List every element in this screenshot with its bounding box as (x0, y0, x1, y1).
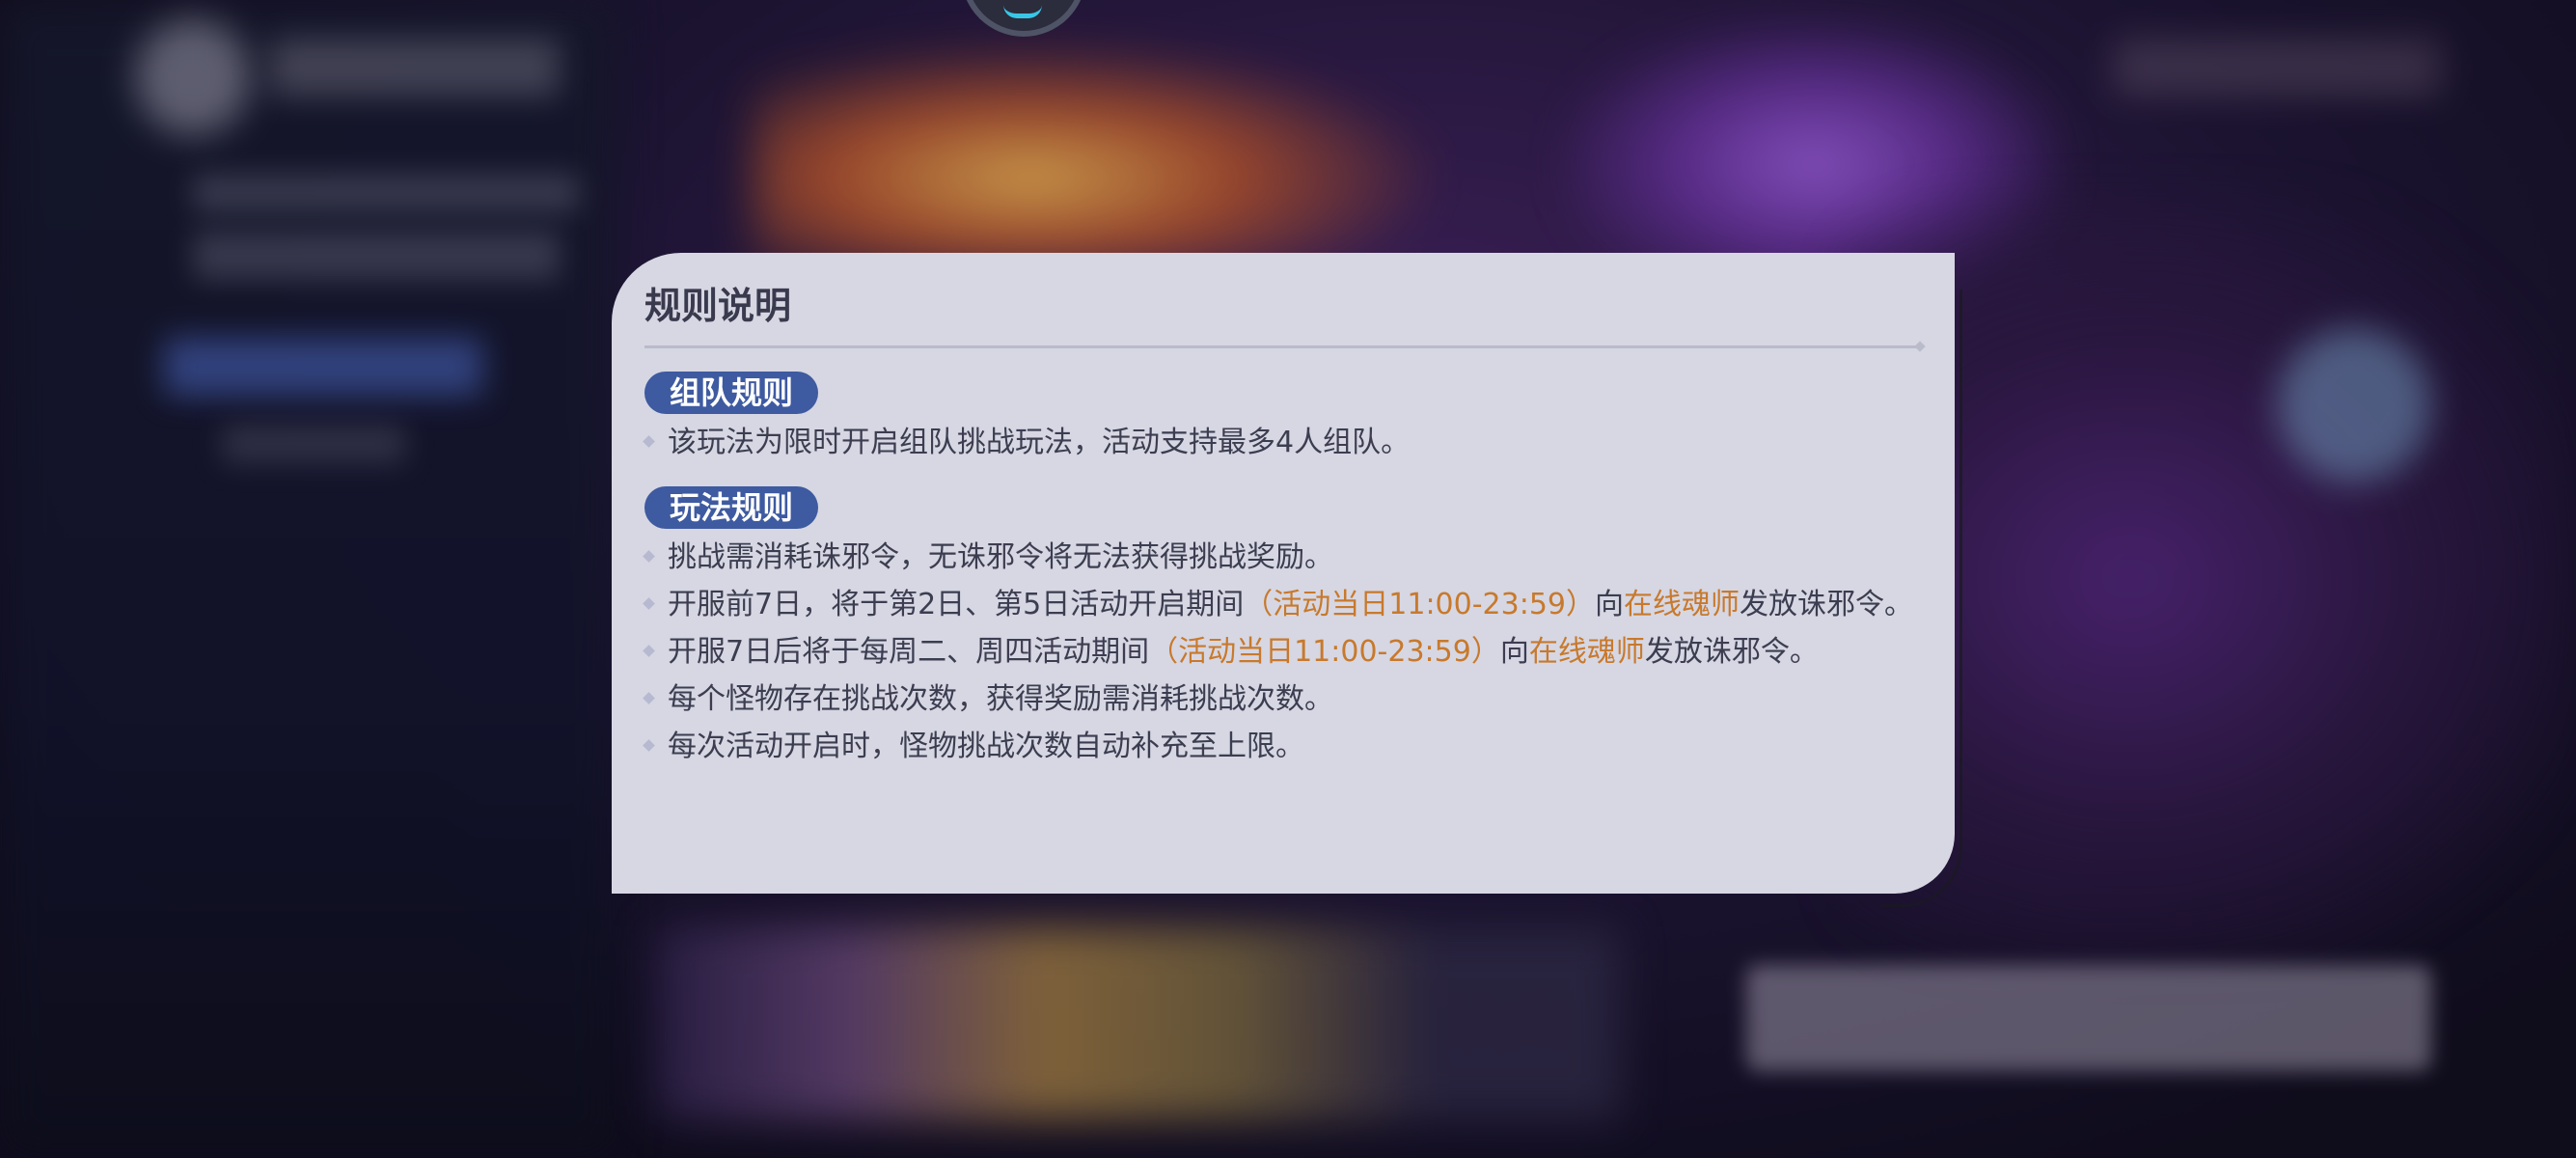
rule-highlight-text: （活动当日11:00-23:59） (1244, 588, 1596, 621)
diamond-bullet-icon (643, 597, 655, 610)
game-screen: 规则说明 组队规则该玩法为限时开启组队挑战玩法，活动支持最多4人组队。玩法规则挑… (0, 0, 2576, 1158)
rules-sections: 组队规则该玩法为限时开启组队挑战玩法，活动支持最多4人组队。玩法规则挑战需消耗诛… (643, 372, 1922, 766)
rule-text: 发放诛邪令。 (1644, 635, 1819, 669)
rule-highlight-text: 在线魂师 (1528, 635, 1645, 669)
rule-list: 该玩法为限时开启组队挑战玩法，活动支持最多4人组队。 (643, 424, 1922, 462)
rule-text: 每次活动开启时，怪物挑战次数自动补充至上限。 (668, 730, 1304, 763)
diamond-bullet-icon (643, 550, 655, 563)
background-left-tab (222, 425, 405, 463)
diamond-bullet-icon (643, 739, 655, 752)
background-left-text (193, 174, 579, 212)
rule-list: 挑战需消耗诛邪令，无诛邪令将无法获得挑战奖励。 开服前7日，将于第2日、第5日活动… (643, 538, 1922, 766)
section-tag: 组队规则 (644, 372, 819, 414)
rule-text: 开服7日后将于每周二、周四活动期间 (668, 635, 1150, 669)
background-top-right-icons (2113, 39, 2441, 96)
rule-item: 该玩法为限时开启组队挑战玩法，活动支持最多4人组队。 (643, 424, 1922, 462)
rule-item: 每个怪物存在挑战次数，获得奖励需消耗挑战次数。 (643, 680, 1922, 719)
rule-text: 该玩法为限时开启组队挑战玩法，活动支持最多4人组队。 (668, 426, 1411, 459)
title-divider (644, 345, 1922, 348)
rule-text: 向 (1499, 635, 1529, 669)
rule-item: 挑战需消耗诛邪令，无诛邪令将无法获得挑战奖励。 (643, 538, 1922, 577)
diamond-bullet-icon (643, 645, 655, 657)
rule-text: 开服前7日，将于第2日、第5日活动开启期间 (668, 588, 1245, 621)
rule-text: 每个怪物存在挑战次数，获得奖励需消耗挑战次数。 (668, 682, 1333, 716)
rule-item: 开服7日后将于每周二、周四活动期间（活动当日11:00-23:59）向在线魂师发… (643, 633, 1922, 672)
background-player-name (270, 39, 560, 96)
background-left-tab (164, 338, 482, 396)
background-avatar (135, 19, 251, 135)
background-left-text (193, 232, 560, 280)
rule-item: 开服前7日，将于第2日、第5日活动开启期间（活动当日11:00-23:59）向在… (643, 586, 1922, 624)
background-monster-strip (656, 926, 1621, 1119)
rule-text: 向 (1595, 588, 1625, 621)
rule-highlight-text: （活动当日11:00-23:59） (1149, 635, 1500, 669)
rules-dialog[interactable]: 规则说明 组队规则该玩法为限时开启组队挑战玩法，活动支持最多4人组队。玩法规则挑… (612, 253, 1955, 894)
diamond-bullet-icon (643, 692, 655, 704)
background-fire-art (753, 39, 1447, 270)
background-badge (2277, 328, 2431, 482)
rule-item: 每次活动开启时，怪物挑战次数自动补充至上限。 (643, 728, 1922, 766)
rule-text: 挑战需消耗诛邪令，无诛邪令将无法获得挑战奖励。 (668, 540, 1333, 574)
rule-text: 发放诛邪令。 (1740, 588, 1914, 621)
section-tag: 玩法规则 (644, 486, 819, 529)
background-action-button (1746, 965, 2431, 1071)
rule-highlight-text: 在线魂师 (1624, 588, 1740, 621)
dialog-title: 规则说明 (644, 284, 792, 327)
diamond-bullet-icon (643, 435, 655, 448)
